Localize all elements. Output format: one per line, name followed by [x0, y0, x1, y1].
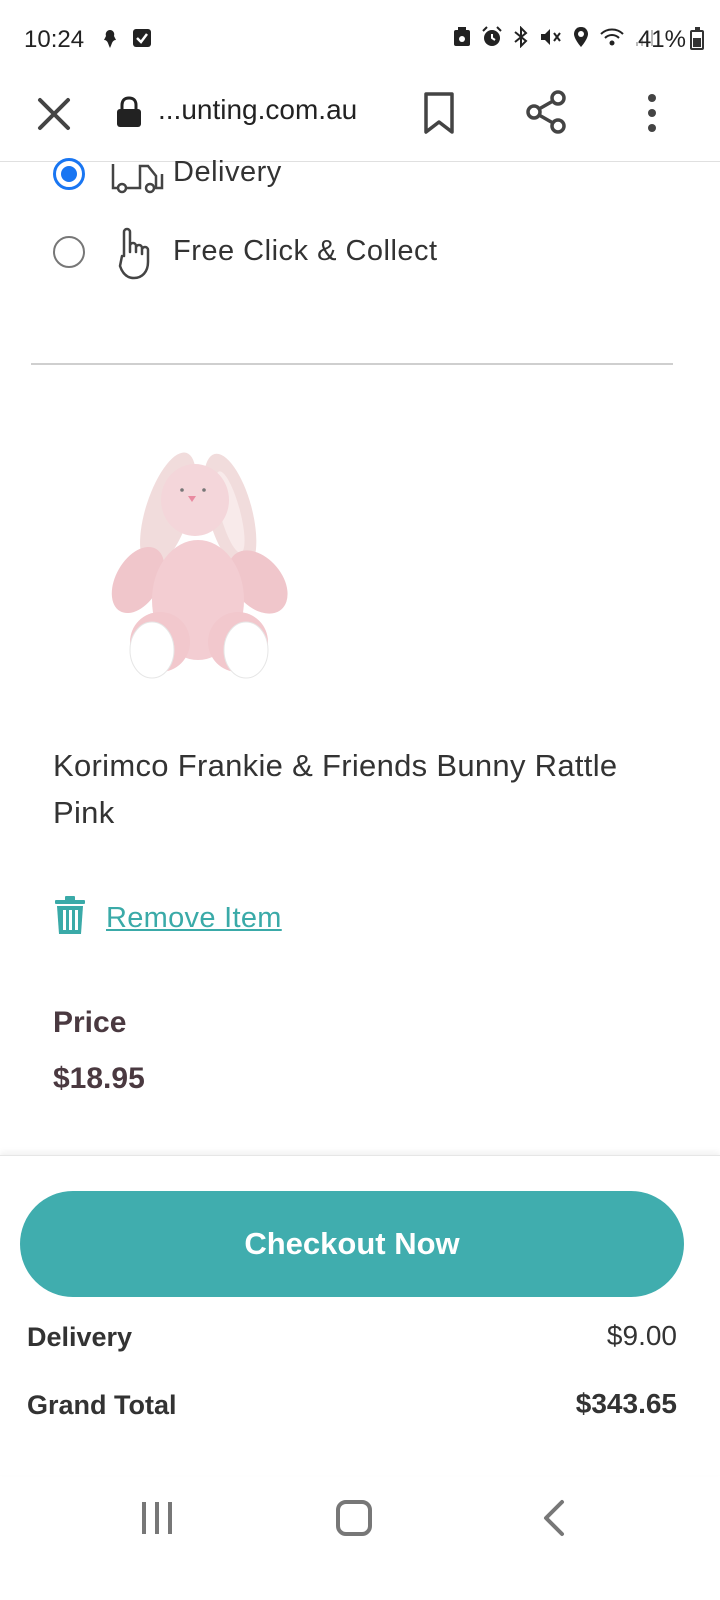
more-icon[interactable] — [636, 90, 668, 136]
status-bar: 10:24 41% — [0, 0, 720, 80]
delivery-radio[interactable] — [53, 158, 85, 190]
delivery-summary-value: $9.00 — [606, 1320, 677, 1351]
battery-level: 41% — [637, 26, 686, 53]
system-nav-bar — [0, 1470, 720, 1600]
checkbox-icon — [133, 29, 151, 47]
delivery-summary-label: Delivery — [27, 1322, 133, 1352]
share-icon[interactable] — [522, 88, 570, 136]
battery-icon — [690, 27, 704, 50]
status-time: 10:24 — [24, 26, 85, 53]
pointer-hand-icon — [118, 227, 150, 280]
click-collect-label: Free Click & Collect — [173, 235, 438, 267]
save-icon — [454, 27, 470, 46]
click-collect-radio[interactable] — [53, 236, 85, 268]
wifi-icon — [600, 28, 624, 46]
close-icon[interactable] — [34, 94, 74, 134]
checkout-button[interactable]: Checkout Now — [20, 1191, 684, 1297]
divider — [31, 363, 673, 365]
bluetooth-icon — [514, 26, 528, 48]
alarm-icon — [482, 26, 502, 46]
price-label: Price — [53, 1006, 127, 1039]
url-display[interactable]: ...unting.com.au — [158, 94, 357, 126]
trash-icon[interactable] — [53, 896, 87, 936]
grand-total-value: $343.65 — [575, 1388, 677, 1419]
home-icon[interactable] — [336, 1500, 372, 1536]
click-collect-option[interactable]: Free Click & Collect — [0, 222, 720, 282]
product-image[interactable] — [90, 420, 310, 690]
truck-icon — [111, 164, 164, 194]
mute-icon — [541, 29, 561, 45]
price-value: $18.95 — [53, 1062, 145, 1095]
remove-item-link[interactable]: Remove Item — [106, 902, 282, 935]
delivery-option[interactable]: Delivery — [0, 150, 720, 210]
recents-icon[interactable] — [140, 1500, 174, 1536]
delivery-option-label: Delivery — [173, 156, 282, 188]
product-name[interactable]: Korimco Frankie & Friends Bunny Rattle P… — [53, 742, 653, 836]
location-icon — [574, 27, 588, 47]
grand-total-label: Grand Total — [27, 1390, 177, 1420]
back-icon[interactable] — [538, 1498, 568, 1538]
bookmark-icon[interactable] — [420, 90, 458, 136]
notification-icon — [104, 30, 116, 48]
lock-icon — [117, 96, 141, 127]
